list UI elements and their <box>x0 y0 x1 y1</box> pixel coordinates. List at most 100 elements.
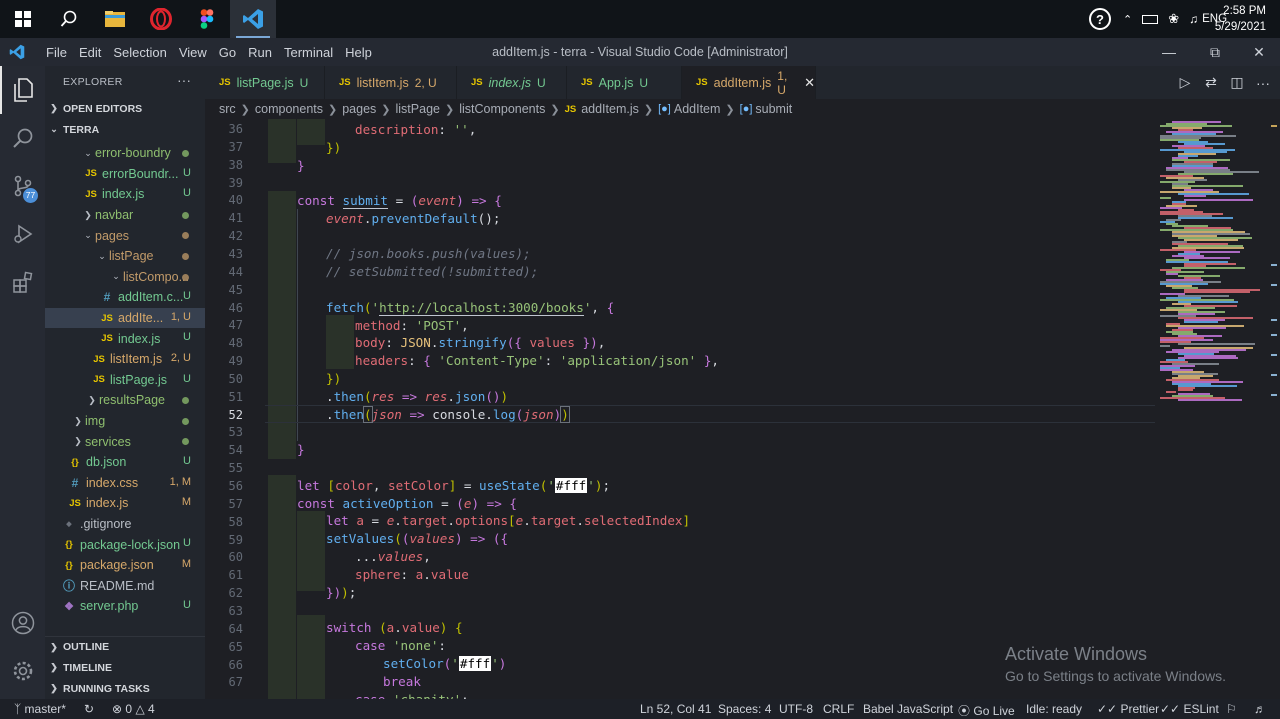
tree-item[interactable]: ◆ .gitignore <box>45 514 205 535</box>
chevron-down-icon: ⌄ <box>98 250 106 261</box>
breadcrumb-item[interactable]: components <box>255 102 323 116</box>
tab-app[interactable]: JS App.js U <box>567 66 682 99</box>
tab-label: listItem.js <box>356 75 409 90</box>
tree-item[interactable]: {} package.json M <box>45 555 205 576</box>
settings-gear-icon[interactable] <box>0 647 45 695</box>
restore-button[interactable]: ⧉ <box>1192 38 1238 66</box>
code-line: sphere: a.value <box>355 567 469 582</box>
extensions-icon[interactable] <box>0 258 45 306</box>
vertical-scrollbar[interactable] <box>1268 119 1280 699</box>
tree-item[interactable]: ❯ services <box>45 431 205 452</box>
tree-item[interactable]: ⓘ README.md <box>45 576 205 597</box>
wifi-icon[interactable]: ❀ <box>1168 11 1179 27</box>
tab-index[interactable]: JS index.js U <box>457 66 567 99</box>
tree-item[interactable]: ⌄ error-boundry <box>45 143 205 164</box>
git-branch[interactable]: ᛉ master* <box>14 702 66 716</box>
menu-help[interactable]: Help <box>339 45 378 60</box>
close-window-button[interactable]: ✕ <box>1236 38 1280 66</box>
menu-terminal[interactable]: Terminal <box>278 45 339 60</box>
sync-icon[interactable]: ↻ <box>84 702 94 716</box>
tree-item[interactable]: JS index.js M <box>45 493 205 514</box>
tab-listpage[interactable]: JS listPage.js U <box>205 66 325 99</box>
language-mode[interactable]: Babel JavaScript <box>863 702 953 716</box>
tree-item[interactable]: JS addIte... 1, U <box>45 307 205 329</box>
taskbar-clock[interactable]: 2:58 PM 5/29/2021 <box>1215 3 1266 35</box>
menu-go[interactable]: Go <box>213 45 242 60</box>
breadcrumb-item[interactable]: AddItem <box>674 102 721 116</box>
breadcrumb-item[interactable]: src <box>219 102 236 116</box>
breadcrumb-item[interactable]: listPage <box>396 102 440 116</box>
tree-item[interactable]: ❯ img <box>45 411 205 432</box>
run-icon[interactable]: ▷ <box>1172 74 1198 91</box>
file-explorer-icon[interactable] <box>92 0 138 38</box>
opera-browser-icon[interactable] <box>138 0 184 38</box>
split-editor-icon[interactable]: ◫ <box>1224 74 1250 91</box>
tree-item[interactable]: JS index.js U <box>45 328 205 349</box>
source-control-icon[interactable]: 77 <box>0 162 45 210</box>
timeline-section[interactable]: ❯ TIMELINE <box>45 657 205 678</box>
compare-changes-icon[interactable]: ⇄ <box>1198 74 1224 91</box>
tree-item[interactable]: JS listItem.js 2, U <box>45 349 205 370</box>
go-live-button[interactable]: ⦿ Go Live <box>958 702 1015 719</box>
breadcrumb-item[interactable]: submit <box>755 102 792 116</box>
minimap[interactable] <box>1160 119 1270 419</box>
minimize-button[interactable]: — <box>1146 38 1192 66</box>
end-of-line[interactable]: CRLF <box>823 702 854 716</box>
tree-item[interactable]: ❖ server.php U <box>45 596 205 617</box>
run-debug-icon[interactable] <box>0 210 45 258</box>
outline-section[interactable]: ❯ OUTLINE <box>45 636 205 657</box>
menu-view[interactable]: View <box>173 45 213 60</box>
indent-guide <box>297 119 325 145</box>
menu-file[interactable]: File <box>40 45 73 60</box>
breadcrumb-item[interactable]: pages <box>342 102 376 116</box>
idle-status[interactable]: Idle: ready <box>1026 702 1082 716</box>
tree-item[interactable]: {} package-lock.json U <box>45 534 205 555</box>
encoding[interactable]: UTF-8 <box>779 702 813 716</box>
battery-icon[interactable] <box>1142 14 1159 24</box>
tree-item[interactable]: ❯ resultsPage <box>45 390 205 411</box>
open-editors-section[interactable]: ❯ OPEN EDITORS <box>45 98 205 119</box>
terra-root-section[interactable]: ⌄ TERRA <box>45 119 205 140</box>
terra-root-label: TERRA <box>63 123 100 136</box>
breadcrumb-item[interactable]: listComponents <box>459 102 545 116</box>
more-actions-icon[interactable]: ··· <box>1250 75 1276 91</box>
accounts-icon[interactable] <box>0 599 45 647</box>
code-editor[interactable]: 36 37 38 39 40 41 42 43 44 45 46 47 48 49 50 51 52 53 54 55… <box>205 119 1280 699</box>
feedback-icon[interactable]: ⚐ <box>1226 702 1237 716</box>
tree-item[interactable]: {} db.json U <box>45 452 205 473</box>
vscode-taskbar-icon[interactable] <box>230 0 276 38</box>
tree-item[interactable]: # index.css 1, M <box>45 473 205 494</box>
search-icon[interactable] <box>46 0 92 38</box>
notifications-bell-icon[interactable]: ♬ <box>1254 702 1266 716</box>
help-icon[interactable]: ? <box>1089 8 1111 30</box>
more-actions-icon[interactable]: ··· <box>177 72 191 88</box>
close-tab-icon[interactable]: ✕ <box>804 75 815 91</box>
search-view-icon[interactable] <box>0 114 45 162</box>
prettier-status[interactable]: ✓✓ Prettier <box>1097 702 1159 716</box>
eslint-status[interactable]: ✓✓ ESLint <box>1160 702 1219 716</box>
tree-item[interactable]: ❯ navbar <box>45 205 205 226</box>
windows-start-icon[interactable] <box>0 0 46 38</box>
tab-listitem[interactable]: JS listItem.js 2, U <box>325 66 457 99</box>
running-tasks-section[interactable]: ❯ RUNNING TASKS <box>45 678 205 699</box>
explorer-icon[interactable] <box>0 66 45 114</box>
tab-additem-active[interactable]: JS addItem.js 1, U ✕ <box>682 66 816 99</box>
tree-item[interactable]: JS listPage.js U <box>45 370 205 391</box>
cursor-position[interactable]: Ln 52, Col 41 <box>640 702 711 716</box>
chevron-up-icon[interactable]: ⌃ <box>1123 13 1132 26</box>
tree-item[interactable]: ⌄ pages <box>45 225 205 246</box>
speaker-icon[interactable]: ♫ <box>1189 12 1198 26</box>
breadcrumb-item[interactable]: addItem.js <box>581 102 639 116</box>
tree-item[interactable]: ⌄ listPage <box>45 246 205 267</box>
tree-item[interactable]: # addItem.c... U <box>45 287 205 308</box>
tree-item[interactable]: JS index.js U <box>45 184 205 205</box>
indentation[interactable]: Spaces: 4 <box>718 702 771 716</box>
minimap-line <box>1160 197 1172 199</box>
tree-item[interactable]: JS errorBoundr... U <box>45 164 205 185</box>
menu-edit[interactable]: Edit <box>73 45 107 60</box>
figma-icon[interactable] <box>184 0 230 38</box>
tree-item[interactable]: ⌄ listCompo... <box>45 267 205 288</box>
problems-indicator[interactable]: ⊗ 0 △ 4 <box>112 702 155 716</box>
menu-run[interactable]: Run <box>242 45 278 60</box>
menu-selection[interactable]: Selection <box>107 45 172 60</box>
